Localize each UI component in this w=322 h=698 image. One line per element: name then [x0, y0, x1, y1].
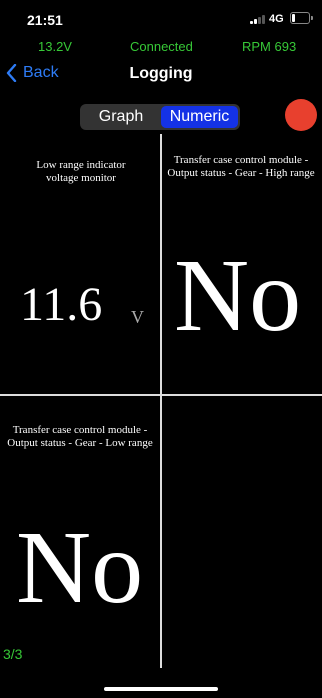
- view-toggle: Graph Numeric: [80, 104, 240, 130]
- tab-numeric[interactable]: Numeric: [161, 106, 238, 128]
- signal-bars-icon: [250, 14, 266, 24]
- page-indicator: 3/3: [3, 646, 23, 662]
- vehicle-info-bar: 13.2V Connected RPM 693: [0, 39, 322, 55]
- engine-rpm: RPM 693: [242, 39, 297, 54]
- connection-status: Connected: [130, 39, 193, 54]
- network-type: 4G: [269, 13, 284, 25]
- grid-divider-vertical: [160, 134, 162, 668]
- cell-1-value: 11.6: [20, 278, 103, 331]
- page-title: Logging: [129, 65, 193, 82]
- record-button[interactable]: [285, 99, 317, 131]
- grid-divider-horizontal: [0, 394, 322, 396]
- battery-voltage: 13.2V: [38, 39, 72, 54]
- status-bar: 21:51 4G: [0, 0, 322, 36]
- cell-1-label: Low range indicator voltage monitor: [36, 159, 126, 184]
- cell-2-label: Transfer case control module - Output st…: [167, 154, 315, 179]
- cell-3-value: No: [16, 510, 144, 625]
- tab-graph[interactable]: Graph: [82, 106, 160, 128]
- navigation-bar: Back Logging: [0, 62, 322, 88]
- battery-icon: [290, 12, 313, 24]
- clock: 21:51: [27, 12, 63, 28]
- home-indicator[interactable]: [104, 687, 218, 691]
- cell-2-value: No: [174, 238, 302, 353]
- cell-1-unit: V: [131, 307, 144, 327]
- cell-3-label: Transfer case control module - Output st…: [7, 424, 153, 449]
